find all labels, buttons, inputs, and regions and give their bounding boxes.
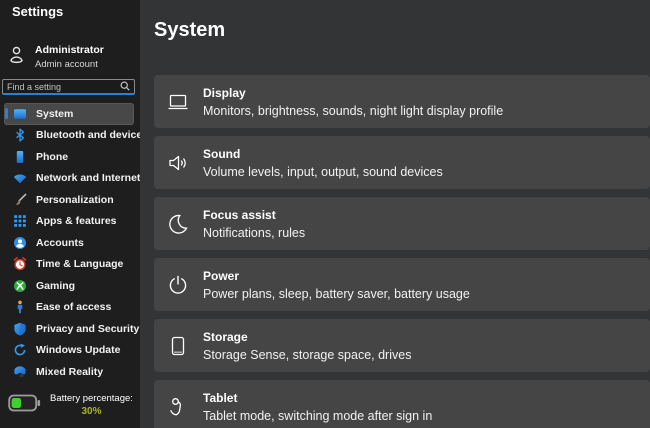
sidebar-item-network-and-internet[interactable]: Network and Internet <box>4 168 140 190</box>
card-title: Power <box>203 268 240 283</box>
card-subtitle: Notifications, rules <box>203 225 306 240</box>
storage-icon <box>165 333 191 359</box>
sidebar-item-personalization[interactable]: Personalization <box>4 189 134 211</box>
card-subtitle: Monitors, brightness, sounds, night ligh… <box>203 103 504 118</box>
card-power[interactable]: Power Power plans, sleep, battery saver,… <box>154 258 650 311</box>
profile-subtitle: Admin account <box>35 59 98 70</box>
sidebar-item-apps-and-features[interactable]: Apps & features <box>4 211 134 233</box>
sidebar-item-label: Windows Update <box>36 344 121 357</box>
personalization-icon <box>12 192 27 207</box>
main-content: System Display Monitors, brightness, sou… <box>140 0 650 428</box>
profile-section[interactable]: Administrator Admin account <box>7 44 104 70</box>
sound-icon <box>165 150 191 176</box>
card-focus-assist[interactable]: Focus assist Notifications, rules <box>154 197 650 250</box>
phone-icon <box>12 149 27 164</box>
card-title: Sound <box>203 146 241 161</box>
sidebar-item-accounts[interactable]: Accounts <box>4 232 134 254</box>
sidebar: Settings Administrator Admin account Sys… <box>0 0 148 428</box>
windows-update-icon <box>12 343 27 358</box>
privacy-icon <box>12 321 27 336</box>
mixed-reality-icon <box>12 364 27 379</box>
power-icon <box>165 272 191 298</box>
card-title: Focus assist <box>203 207 276 222</box>
sidebar-nav: System Bluetooth and devices Phone Netwo… <box>0 103 148 383</box>
card-title: Storage <box>203 329 248 344</box>
sidebar-item-time-and-language[interactable]: Time & Language <box>4 254 134 276</box>
sidebar-item-label: Mixed Reality <box>36 365 104 378</box>
sidebar-item-bluetooth-and-devices[interactable]: Bluetooth and devices <box>4 125 148 147</box>
focus-assist-icon <box>165 211 191 237</box>
card-subtitle: Volume levels, input, output, sound devi… <box>203 164 443 179</box>
battery-label: Battery percentage: <box>50 393 133 404</box>
battery-value: 30% <box>81 406 102 417</box>
card-title: Tablet <box>203 390 238 405</box>
tablet-icon <box>165 394 191 420</box>
sidebar-item-windows-update[interactable]: Windows Update <box>4 340 134 362</box>
display-icon <box>165 89 191 115</box>
accounts-icon <box>12 235 27 250</box>
system-icon <box>12 106 27 121</box>
network-icon <box>12 171 27 186</box>
card-title: Display <box>203 85 246 100</box>
sidebar-item-label: System <box>36 107 74 120</box>
card-sound[interactable]: Sound Volume levels, input, output, soun… <box>154 136 650 189</box>
sidebar-item-phone[interactable]: Phone <box>4 146 134 168</box>
sidebar-item-label: Personalization <box>36 193 114 206</box>
search-box[interactable] <box>2 79 135 95</box>
window-title: Settings <box>12 4 64 19</box>
settings-card-list: Display Monitors, brightness, sounds, ni… <box>154 75 650 428</box>
sidebar-item-label: Bluetooth and devices <box>36 129 149 142</box>
card-subtitle: Storage Sense, storage space, drives <box>203 347 412 362</box>
sidebar-item-label: Accounts <box>36 236 84 249</box>
page-title: System <box>154 19 226 41</box>
sidebar-item-ease-of-access[interactable]: Ease of access <box>4 297 134 319</box>
sidebar-item-label: Ease of access <box>36 301 112 314</box>
sidebar-item-label: Network and Internet <box>36 172 141 185</box>
card-display[interactable]: Display Monitors, brightness, sounds, ni… <box>154 75 650 128</box>
sidebar-item-privacy-and-security[interactable]: Privacy and Security <box>4 318 139 340</box>
battery-section: Battery percentage: 30% <box>8 393 133 417</box>
search-icon <box>120 78 130 96</box>
sidebar-item-mixed-reality[interactable]: Mixed Reality <box>4 361 134 383</box>
card-tablet[interactable]: Tablet Tablet mode, switching mode after… <box>154 380 650 428</box>
battery-icon <box>8 394 41 417</box>
gaming-icon <box>12 278 27 293</box>
apps-icon <box>12 214 27 229</box>
card-storage[interactable]: Storage Storage Sense, storage space, dr… <box>154 319 650 372</box>
sidebar-item-label: Gaming <box>36 279 76 292</box>
sidebar-item-label: Apps & features <box>36 215 117 228</box>
time-language-icon <box>12 257 27 272</box>
card-subtitle: Tablet mode, switching mode after sign i… <box>203 408 433 423</box>
person-outline-icon <box>7 45 26 69</box>
search-input[interactable] <box>7 81 120 92</box>
sidebar-item-system[interactable]: System <box>4 103 134 125</box>
bluetooth-icon <box>12 128 27 143</box>
sidebar-item-label: Time & Language <box>36 258 124 271</box>
sidebar-item-label: Privacy and Security <box>36 322 140 335</box>
sidebar-item-gaming[interactable]: Gaming <box>4 275 134 297</box>
ease-of-access-icon <box>12 300 27 315</box>
sidebar-item-label: Phone <box>36 150 69 163</box>
card-subtitle: Power plans, sleep, battery saver, batte… <box>203 286 470 301</box>
profile-name: Administrator <box>35 44 104 56</box>
